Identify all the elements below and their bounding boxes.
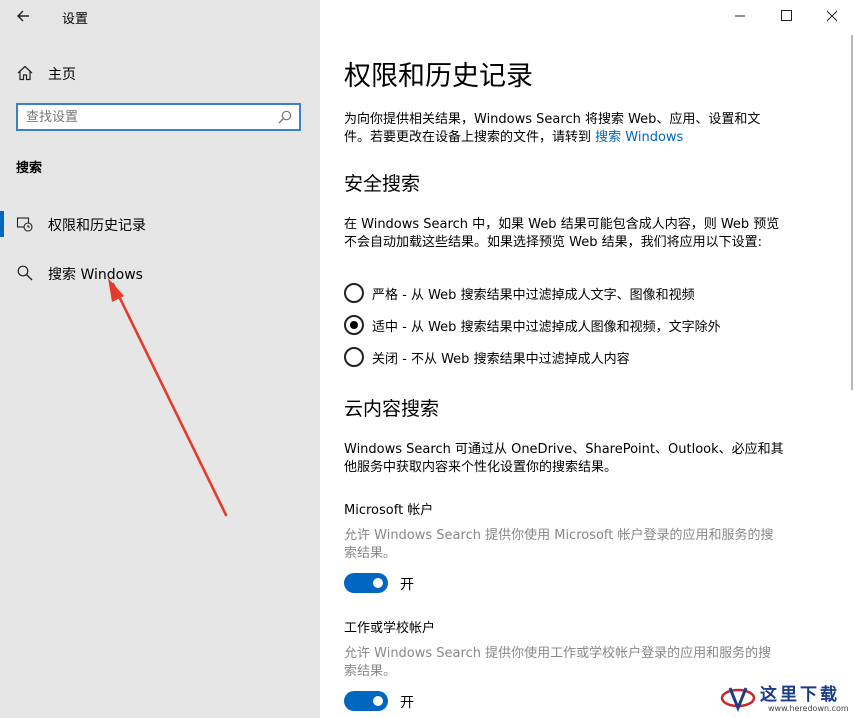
minimize-button[interactable] <box>717 0 763 32</box>
safe-search-heading: 安全搜索 <box>344 173 421 195</box>
radio-button[interactable] <box>344 283 364 303</box>
microsoft-account-toggle[interactable] <box>344 573 388 593</box>
microsoft-account-toggle-label: 开 <box>400 577 414 593</box>
annotation-arrow <box>108 278 228 517</box>
toggle-knob <box>373 696 383 706</box>
radio-selected-dot <box>350 321 358 329</box>
close-button[interactable] <box>809 0 855 32</box>
search-windows-link[interactable]: 搜索 Windows <box>595 130 683 145</box>
radio-off[interactable]: 关闭 - 不从 Web 搜索结果中过滤掉成人内容 <box>344 346 814 368</box>
radio-label: 严格 - 从 Web 搜索结果中过滤掉成人文字、图像和视频 <box>372 288 695 303</box>
radio-button[interactable] <box>344 315 364 335</box>
watermark-logo-icon <box>720 687 756 713</box>
watermark: 这里下载 www.heredown.com <box>720 676 855 718</box>
toggle-knob <box>373 578 383 588</box>
page-title: 权限和历史记录 <box>344 61 533 92</box>
watermark-url: www.heredown.com <box>768 704 849 713</box>
safe-search-description: 在 Windows Search 中，如果 Web 结果可能包含成人内容，则 W… <box>344 217 780 250</box>
main-panel: 权限和历史记录 为向你提供相关结果，Windows Search 将搜索 Web… <box>320 0 855 718</box>
radio-label: 关闭 - 不从 Web 搜索结果中过滤掉成人内容 <box>372 352 630 367</box>
radio-label: 适中 - 从 Web 搜索结果中过滤掉成人图像和视频，文字除外 <box>372 320 721 335</box>
microsoft-account-title: Microsoft 帐户 <box>344 503 434 518</box>
maximize-button[interactable] <box>763 0 809 32</box>
scrollbar[interactable] <box>851 35 853 390</box>
microsoft-account-description: 允许 Windows Search 提供你使用 Microsoft 帐户登录的应… <box>344 528 774 561</box>
work-account-toggle[interactable] <box>344 691 388 711</box>
cloud-search-heading: 云内容搜索 <box>344 398 440 420</box>
watermark-text: 这里下载 <box>760 685 840 705</box>
radio-strict[interactable]: 严格 - 从 Web 搜索结果中过滤掉成人文字、图像和视频 <box>344 282 814 304</box>
cloud-search-description: Windows Search 可通过从 OneDrive、SharePoint、… <box>344 442 784 475</box>
radio-moderate[interactable]: 适中 - 从 Web 搜索结果中过滤掉成人图像和视频，文字除外 <box>344 314 814 336</box>
intro-text: 为向你提供相关结果，Windows Search 将搜索 Web、应用、设置和文… <box>344 112 761 145</box>
work-account-toggle-label: 开 <box>400 695 414 711</box>
work-account-title: 工作或学校帐户 <box>344 621 436 636</box>
radio-button[interactable] <box>344 347 364 367</box>
